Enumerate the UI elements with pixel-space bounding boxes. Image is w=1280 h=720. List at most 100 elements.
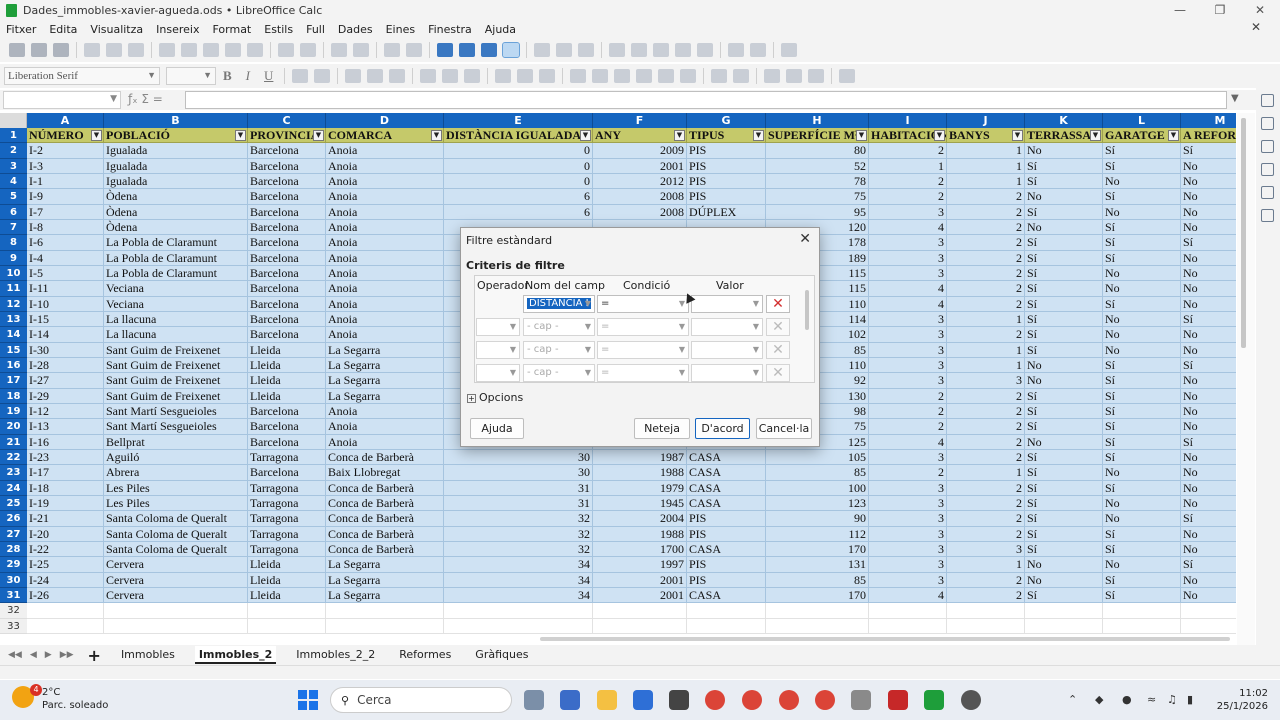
- cell-banys[interactable]: 1: [947, 158, 1025, 174]
- column-header-c[interactable]: C: [248, 113, 326, 128]
- cell-reformar[interactable]: No: [1181, 403, 1236, 420]
- cell-number[interactable]: I-13: [27, 419, 104, 435]
- menu-visualitza[interactable]: Visualitza: [90, 23, 143, 36]
- cell-reformar[interactable]: No: [1181, 327, 1236, 343]
- cell-provincia[interactable]: Barcelona: [248, 296, 326, 312]
- cell-banys[interactable]: 1: [947, 357, 1025, 374]
- cell-comarca[interactable]: Anoia: [326, 250, 444, 266]
- cell-poblacio[interactable]: Sant Guim de Freixenet: [104, 357, 248, 374]
- cell-number[interactable]: I-18: [27, 480, 104, 496]
- cell-provincia[interactable]: Lleida: [248, 557, 326, 573]
- cell-terrassa[interactable]: No: [1025, 357, 1103, 374]
- cell-habitacions[interactable]: 3: [869, 557, 947, 573]
- cell-provincia[interactable]: Barcelona: [248, 311, 326, 328]
- cell-banys[interactable]: 1: [947, 143, 1025, 159]
- cell-distancia[interactable]: 6: [444, 189, 593, 205]
- column-header-m[interactable]: M: [1181, 113, 1236, 128]
- cell-banys[interactable]: 1: [947, 311, 1025, 328]
- row-header[interactable]: 21: [0, 434, 27, 450]
- minimize-icon[interactable]: —: [1160, 0, 1200, 20]
- operator-select-4[interactable]: ▼: [476, 364, 520, 382]
- cell-reformar[interactable]: No: [1181, 250, 1236, 266]
- cell-reformar[interactable]: Sí: [1181, 311, 1236, 328]
- cell-poblacio[interactable]: Igualada: [104, 143, 248, 159]
- cell-poblacio[interactable]: La llacuna: [104, 311, 248, 328]
- split-window-icon[interactable]: [750, 43, 766, 57]
- empty-cell[interactable]: [687, 618, 766, 634]
- cell-comarca[interactable]: Conca de Barberà: [326, 526, 444, 542]
- autofilter-dropdown-icon[interactable]: ▼: [1090, 130, 1101, 141]
- cell-terrassa[interactable]: Sí: [1025, 541, 1103, 558]
- row-header[interactable]: 26: [0, 511, 27, 527]
- cell-tipus[interactable]: CASA: [687, 465, 766, 481]
- special-character-icon[interactable]: [609, 43, 625, 57]
- font-size-box[interactable]: ▼: [166, 67, 216, 85]
- cell-terrassa[interactable]: Sí: [1025, 327, 1103, 343]
- cell-terrassa[interactable]: No: [1025, 373, 1103, 389]
- cell-comarca[interactable]: Anoia: [326, 403, 444, 420]
- cell-distancia[interactable]: 32: [444, 541, 593, 558]
- cell-banys[interactable]: 2: [947, 480, 1025, 496]
- empty-cell[interactable]: [248, 603, 326, 619]
- header-cell-tipus[interactable]: TIPUS ▼: [687, 128, 766, 144]
- cell-number[interactable]: I-8: [27, 219, 104, 236]
- cell-garatge[interactable]: Sí: [1103, 235, 1181, 251]
- sheet-tab-immobles-2[interactable]: Immobles_2: [194, 646, 277, 664]
- row-header[interactable]: 3: [0, 158, 27, 174]
- cell-terrassa[interactable]: Sí: [1025, 173, 1103, 190]
- cell-tipus[interactable]: CASA: [687, 480, 766, 496]
- cell-terrassa[interactable]: Sí: [1025, 495, 1103, 512]
- decrease-indent-icon[interactable]: [733, 69, 750, 83]
- cell-reformar[interactable]: Sí: [1181, 357, 1236, 374]
- menu-estils[interactable]: Estils: [264, 23, 293, 36]
- row-header[interactable]: 7: [0, 219, 27, 236]
- print-preview-icon[interactable]: [128, 43, 144, 57]
- cell-number[interactable]: I-11: [27, 281, 104, 297]
- cell-terrassa[interactable]: Sí: [1025, 250, 1103, 266]
- cell-comarca[interactable]: Anoia: [326, 281, 444, 297]
- conditional-format-icon[interactable]: [839, 69, 856, 83]
- cell-banys[interactable]: 2: [947, 235, 1025, 251]
- cell-number[interactable]: I-19: [27, 495, 104, 512]
- chevron-down-icon[interactable]: ▼: [110, 94, 117, 104]
- date-format-icon[interactable]: [636, 69, 653, 83]
- chevron-down-icon[interactable]: ▼: [585, 365, 591, 381]
- cell-comarca[interactable]: Anoia: [326, 158, 444, 174]
- autofilter-dropdown-icon[interactable]: ▼: [580, 130, 591, 141]
- freeze-rows-columns-icon[interactable]: [728, 43, 744, 57]
- cell-garatge[interactable]: Sí: [1103, 526, 1181, 542]
- cell-garatge[interactable]: No: [1103, 173, 1181, 190]
- cell-poblacio[interactable]: Òdena: [104, 189, 248, 205]
- cell-terrassa[interactable]: No: [1025, 572, 1103, 588]
- cell-tipus[interactable]: PIS: [687, 526, 766, 542]
- cell-provincia[interactable]: Barcelona: [248, 327, 326, 343]
- align-bottom-icon[interactable]: [464, 69, 481, 83]
- name-box[interactable]: ▼: [3, 91, 121, 109]
- comment-icon[interactable]: [653, 43, 669, 57]
- ok-button[interactable]: D'acord: [695, 418, 750, 439]
- cell-poblacio[interactable]: La Pobla de Claramunt: [104, 250, 248, 266]
- row-header[interactable]: 13: [0, 311, 27, 328]
- chrome-icon[interactable]: [705, 690, 725, 710]
- cell-distancia[interactable]: 34: [444, 557, 593, 573]
- cell-banys[interactable]: 2: [947, 419, 1025, 435]
- cell-poblacio[interactable]: Sant Guim de Freixenet: [104, 373, 248, 389]
- row-header[interactable]: 11: [0, 281, 27, 297]
- menu-insereix[interactable]: Insereix: [156, 23, 199, 36]
- border-style-icon[interactable]: [786, 69, 803, 83]
- sort-descending-icon[interactable]: [481, 43, 497, 57]
- cell-provincia[interactable]: Lleida: [248, 357, 326, 374]
- libreoffice-calc-taskbar-icon[interactable]: [924, 690, 944, 710]
- chevron-down-icon[interactable]: ▼: [147, 70, 156, 80]
- cell-provincia[interactable]: Barcelona: [248, 434, 326, 450]
- start-button[interactable]: [298, 690, 318, 710]
- empty-cell[interactable]: [1181, 618, 1236, 634]
- align-right-icon[interactable]: [389, 69, 406, 83]
- border-color-icon[interactable]: [808, 69, 825, 83]
- number-format-icon[interactable]: [614, 69, 631, 83]
- app-icon[interactable]: [669, 690, 689, 710]
- cell-garatge[interactable]: Sí: [1103, 587, 1181, 604]
- align-left-icon[interactable]: [345, 69, 362, 83]
- row-header[interactable]: 25: [0, 495, 27, 512]
- cell-garatge[interactable]: Sí: [1103, 434, 1181, 450]
